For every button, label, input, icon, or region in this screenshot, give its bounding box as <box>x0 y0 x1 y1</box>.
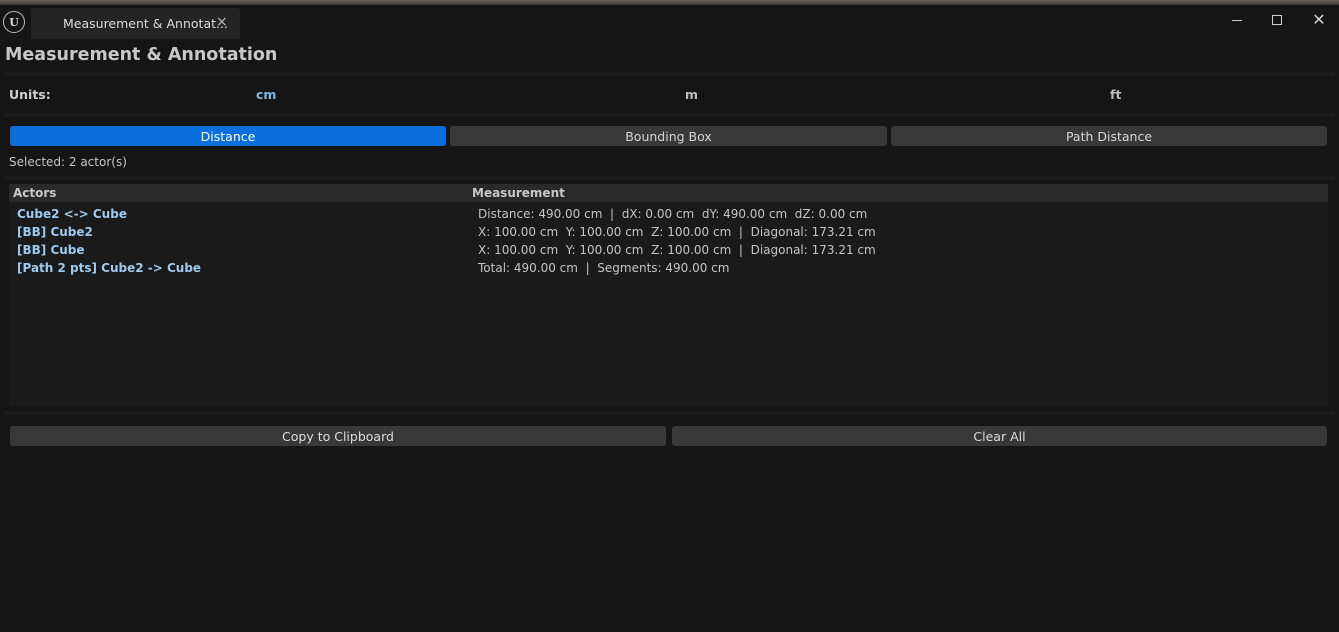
minimize-button[interactable] <box>1222 9 1252 31</box>
unit-option-cm[interactable]: cm <box>256 87 276 102</box>
close-icon: ✕ <box>1312 10 1326 29</box>
clear-all-button[interactable]: Clear All <box>672 426 1327 446</box>
measurement-cell: Total: 490.00 cm | Segments: 490.00 cm <box>478 261 730 275</box>
mode-path-distance-button[interactable]: Path Distance <box>891 126 1327 146</box>
measurement-cell: X: 100.00 cm Y: 100.00 cm Z: 100.00 cm |… <box>478 225 876 239</box>
maximize-button[interactable] <box>1262 9 1292 31</box>
measurement-table: Actors Measurement Cube2 <-> Cube Distan… <box>9 184 1328 406</box>
close-window-button[interactable]: ✕ <box>1304 9 1334 31</box>
actor-cell: [BB] Cube <box>17 243 85 257</box>
column-header-actors[interactable]: Actors <box>13 186 56 200</box>
unit-option-ft[interactable]: ft <box>1110 87 1121 102</box>
table-row[interactable]: [Path 2 pts] Cube2 -> Cube Total: 490.00… <box>9 260 1328 278</box>
actor-cell: [Path 2 pts] Cube2 -> Cube <box>17 261 202 275</box>
divider <box>4 176 1335 180</box>
tab-measurement-annotation[interactable]: Measurement & Annotat... × <box>31 8 240 39</box>
mode-bounding-box-button[interactable]: Bounding Box <box>450 126 887 146</box>
tab-close-icon[interactable]: × <box>216 14 228 30</box>
table-row[interactable]: [BB] Cube2 X: 100.00 cm Y: 100.00 cm Z: … <box>9 224 1328 242</box>
column-header-measurement[interactable]: Measurement <box>472 186 565 200</box>
actor-cell: Cube2 <-> Cube <box>17 207 127 221</box>
copy-to-clipboard-button[interactable]: Copy to Clipboard <box>10 426 666 446</box>
units-label: Units: <box>9 87 51 102</box>
minimize-icon <box>1232 19 1242 21</box>
mode-distance-button[interactable]: Distance <box>10 126 446 146</box>
actor-cell: [BB] Cube2 <box>17 225 93 239</box>
maximize-icon <box>1272 15 1282 25</box>
table-row[interactable]: Cube2 <-> Cube Distance: 490.00 cm | dX:… <box>9 206 1328 224</box>
page-title: Measurement & Annotation <box>5 45 278 65</box>
measurement-cell: X: 100.00 cm Y: 100.00 cm Z: 100.00 cm |… <box>478 243 876 257</box>
tab-label: Measurement & Annotat... <box>63 16 228 31</box>
table-header: Actors Measurement <box>9 184 1328 202</box>
measurement-cell: Distance: 490.00 cm | dX: 0.00 cm dY: 49… <box>478 207 868 221</box>
divider <box>4 113 1335 117</box>
units-row: Units: cm m ft <box>0 80 1339 112</box>
title-bar: U Measurement & Annotat... × ✕ <box>0 5 1339 39</box>
table-row[interactable]: [BB] Cube X: 100.00 cm Y: 100.00 cm Z: 1… <box>9 242 1328 260</box>
selection-status: Selected: 2 actor(s) <box>9 155 127 169</box>
unreal-logo-icon: U <box>3 11 25 33</box>
unit-option-m[interactable]: m <box>685 87 698 102</box>
divider <box>4 411 1335 415</box>
divider <box>4 72 1335 76</box>
